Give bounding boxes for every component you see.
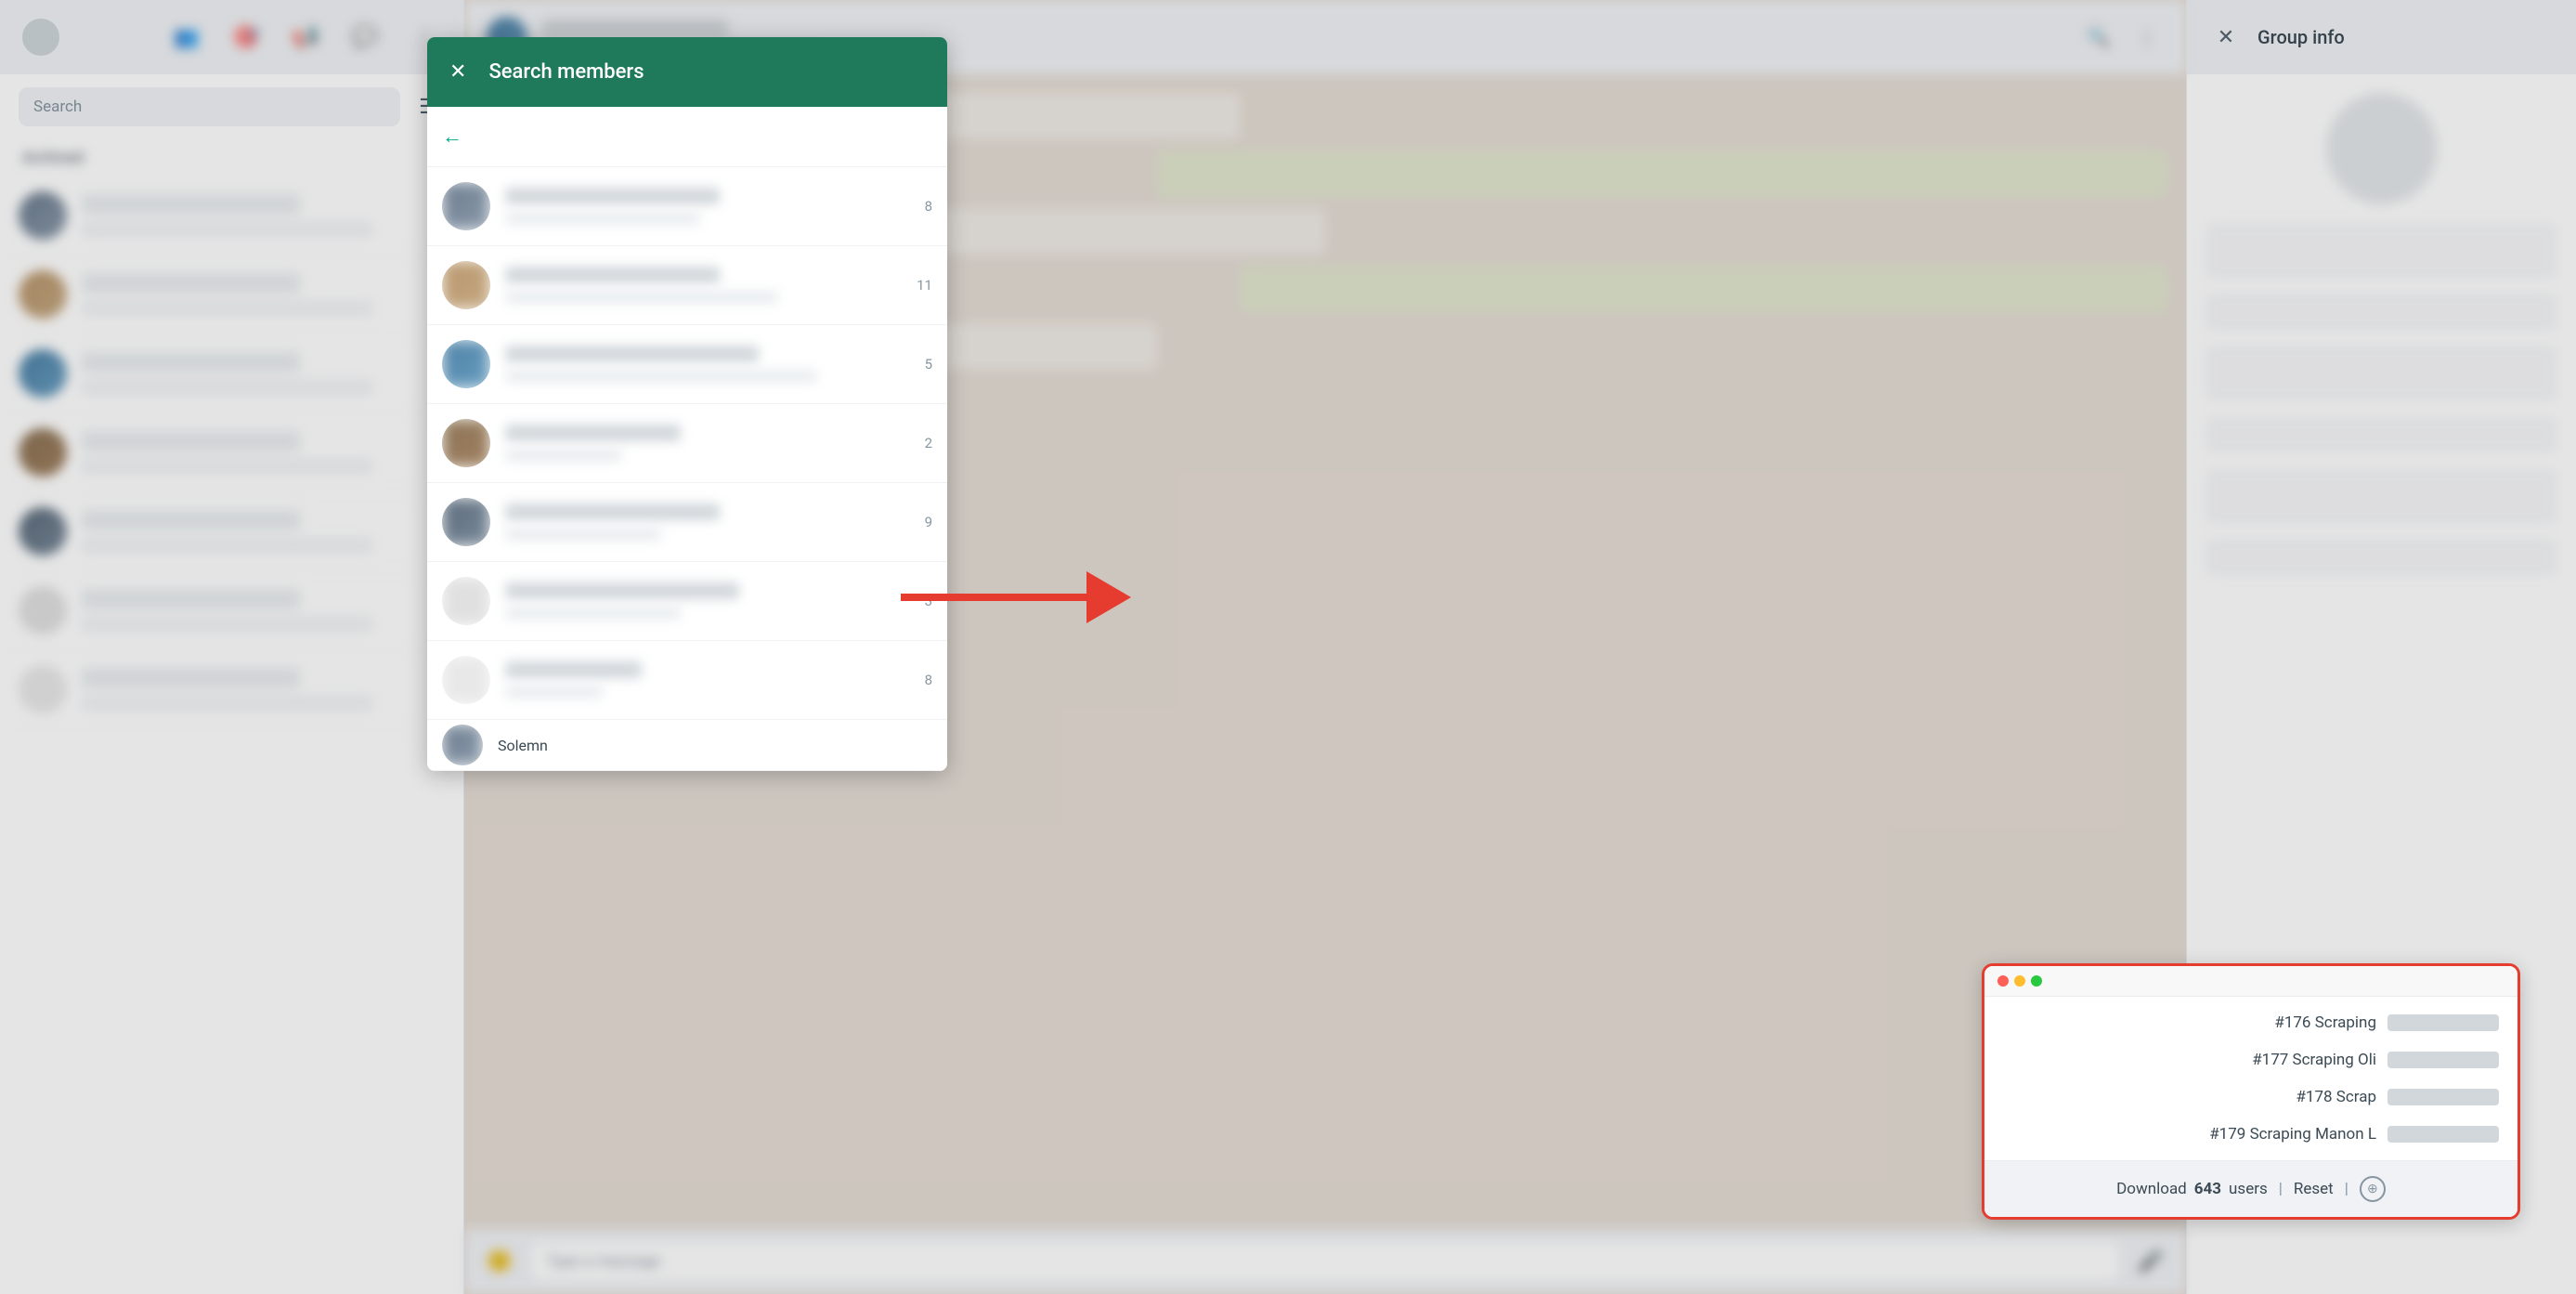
avatar: [442, 725, 483, 765]
arrow-annotation: [901, 571, 1131, 623]
list-item[interactable]: 3: [427, 562, 947, 641]
member-count: 11: [910, 277, 932, 294]
member-count: 8: [910, 672, 932, 688]
member-count: 8: [910, 198, 932, 215]
list-item[interactable]: Solemn: [427, 720, 947, 771]
minimize-dot: [2014, 975, 2025, 987]
popup-item-blurred-1: [2387, 1014, 2499, 1031]
close-dot: [1997, 975, 2009, 987]
popup-item-label-4: #179 Scraping Manon L: [2209, 1125, 2376, 1144]
divider-1: |: [2279, 1180, 2283, 1198]
reset-button[interactable]: Reset: [2294, 1180, 2334, 1198]
popup-window-controls: [1984, 966, 2517, 997]
member-count: 2: [910, 435, 932, 451]
modal-search-input[interactable]: [474, 118, 932, 155]
popup-item-blurred-2: [2387, 1052, 2499, 1068]
avatar: [442, 656, 490, 704]
list-item[interactable]: 2: [427, 404, 947, 483]
popup-item-blurred-3: [2387, 1089, 2499, 1105]
avatar: [442, 182, 490, 230]
member-info: [505, 188, 895, 225]
popup-box: #176 Scraping #177 Scraping Oli #178 Scr…: [1982, 963, 2520, 1220]
download-label: Download: [2116, 1180, 2187, 1198]
avatar: [442, 577, 490, 625]
member-info: [505, 503, 895, 541]
users-label: users: [2229, 1180, 2268, 1198]
avatar: [442, 340, 490, 388]
member-list: 8 11 5: [427, 167, 947, 771]
list-item: #177 Scraping Oli: [1984, 1041, 2517, 1078]
arrow-head: [1086, 571, 1131, 623]
modal-close-button[interactable]: ✕: [449, 60, 466, 84]
avatar: [442, 498, 490, 546]
popup-item-label-2: #177 Scraping Oli: [2252, 1051, 2376, 1069]
popup-footer: Download 643 users | Reset | ⊕: [1984, 1160, 2517, 1217]
popup-item-label-3: #178 Scrap: [2296, 1088, 2376, 1106]
avatar: [442, 419, 490, 467]
member-name-text: Solemn: [498, 737, 548, 754]
member-info: [505, 346, 895, 383]
member-info: Solemn: [498, 737, 932, 754]
list-item[interactable]: 8: [427, 641, 947, 720]
modal-search-row: ←: [427, 107, 947, 167]
list-item[interactable]: 11: [427, 246, 947, 325]
member-count: 5: [910, 356, 932, 373]
modal-title: Search members: [488, 60, 644, 84]
search-members-modal: ✕ Search members ← 8 11: [427, 37, 947, 771]
member-info: [505, 267, 895, 304]
member-info: [505, 425, 895, 462]
popup-item-label-1: #176 Scraping: [2274, 1013, 2376, 1032]
member-count: 9: [910, 514, 932, 530]
list-item[interactable]: 8: [427, 167, 947, 246]
popup-member-list: #176 Scraping #177 Scraping Oli #178 Scr…: [1984, 997, 2517, 1160]
popup-item-blurred-4: [2387, 1126, 2499, 1143]
divider-2: |: [2345, 1180, 2348, 1198]
modal-header: ✕ Search members: [427, 37, 947, 107]
list-item[interactable]: 5: [427, 325, 947, 404]
list-item: #178 Scrap: [1984, 1078, 2517, 1116]
avatar: [442, 261, 490, 309]
member-info: [505, 582, 895, 620]
list-item: #179 Scraping Manon L: [1984, 1116, 2517, 1153]
member-info: [505, 661, 895, 699]
list-item[interactable]: 9: [427, 483, 947, 562]
maximize-dot: [2031, 975, 2042, 987]
user-count: 643: [2194, 1180, 2221, 1198]
list-item: #176 Scraping: [1984, 1004, 2517, 1041]
arrow-line: [901, 594, 1086, 601]
modal-back-button[interactable]: ←: [442, 124, 462, 149]
add-icon[interactable]: ⊕: [2360, 1176, 2386, 1202]
